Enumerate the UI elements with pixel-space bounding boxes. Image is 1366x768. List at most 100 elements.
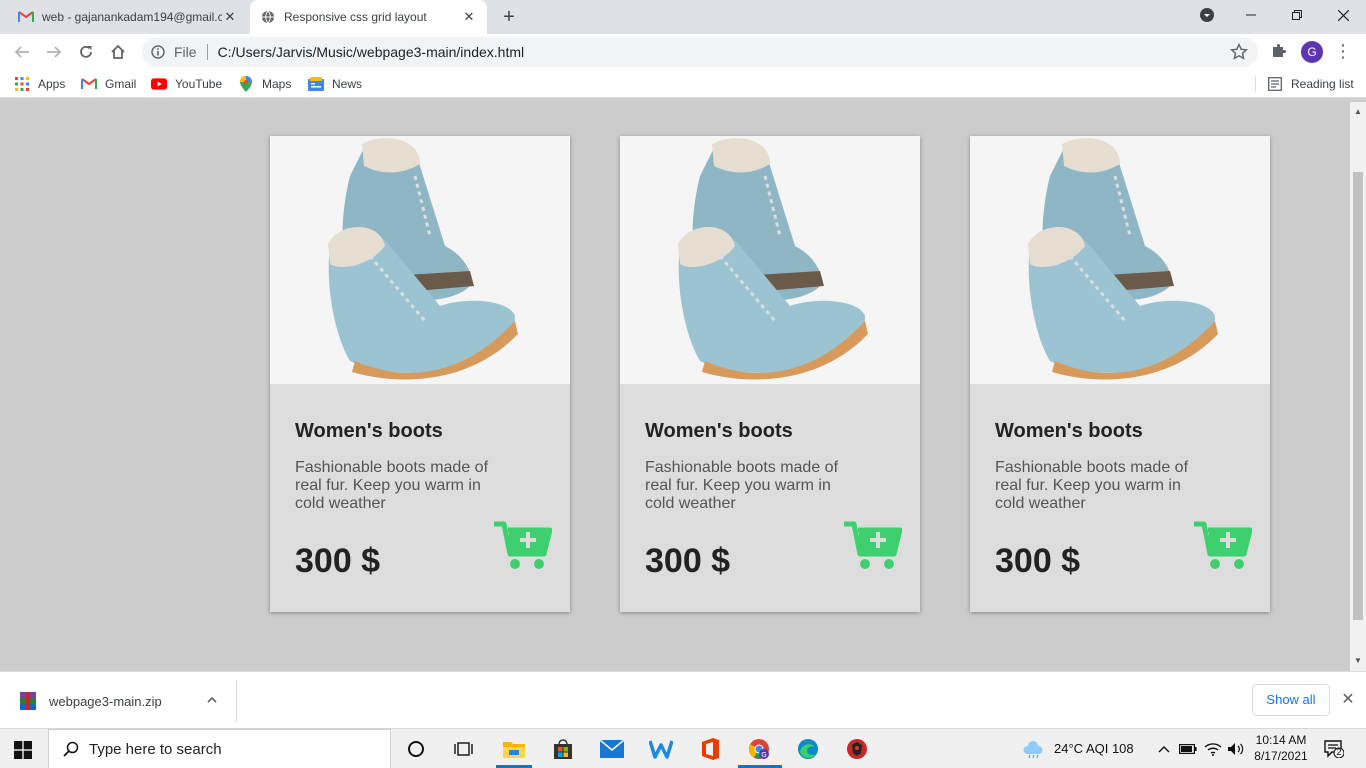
product-image [970, 136, 1270, 384]
product-description: Fashionable boots made of real fur. Keep… [295, 459, 489, 512]
file-explorer-icon[interactable] [502, 737, 526, 761]
weather-icon[interactable] [1022, 737, 1044, 761]
close-downloads-icon[interactable]: ✕ [1340, 692, 1356, 708]
product-description: Fashionable boots made of real fur. Keep… [995, 459, 1189, 512]
info-icon[interactable] [150, 44, 166, 60]
restore-icon [1292, 10, 1302, 20]
scrollbar-thumb[interactable] [1353, 172, 1363, 620]
scroll-up-icon[interactable]: ▲ [1354, 108, 1362, 116]
taskbar-clock[interactable]: 10:14 AM 8/17/2021 [1250, 732, 1312, 764]
close-icon [1337, 9, 1349, 21]
task-view-icon[interactable] [452, 737, 476, 761]
chrome-icon[interactable]: G [747, 737, 771, 761]
microsoft-store-icon[interactable] [551, 737, 575, 761]
taskbar-search-input[interactable]: Type here to search [48, 729, 391, 768]
battery-icon[interactable] [1178, 737, 1198, 761]
arrow-left-icon [14, 46, 29, 58]
clock-date: 8/17/2021 [1254, 749, 1308, 763]
office-icon[interactable] [698, 737, 722, 761]
add-to-cart-icon[interactable] [1194, 520, 1253, 572]
back-button[interactable] [8, 38, 36, 66]
notification-center-icon[interactable]: 2 [1324, 740, 1345, 759]
page-scrollbar[interactable]: ▲ ▼ [1350, 102, 1366, 671]
more-menu-icon[interactable]: ⋮ [1334, 42, 1352, 62]
scroll-down-icon[interactable]: ▼ [1354, 657, 1362, 665]
bookmark-news[interactable]: News [308, 75, 362, 93]
apps-grid-icon [14, 76, 30, 92]
bookmark-youtube[interactable]: YouTube [151, 75, 222, 93]
close-tab-icon[interactable]: ✕ [461, 9, 477, 25]
product-card: Women's boots Fashionable boots made of … [270, 136, 570, 612]
add-to-cart-icon[interactable] [844, 520, 903, 572]
product-price: 300 $ [645, 542, 731, 580]
tab-gmail[interactable]: web - gajanankadam194@gmail.com ✕ [8, 0, 248, 34]
downloads-bar: webpage3-main.zip Show all ✕ [0, 671, 1366, 728]
weather-readout[interactable]: 24°C AQI 108 [1054, 741, 1134, 756]
notification-count: 2 [1336, 747, 1342, 757]
clock-time: 10:14 AM [1255, 733, 1307, 747]
bookmark-star-icon[interactable] [1229, 42, 1249, 61]
product-price: 300 $ [295, 542, 381, 580]
product-name: Women's boots [995, 420, 1143, 442]
reading-list-label: Reading list [1291, 77, 1354, 91]
minimize-icon [1246, 14, 1256, 16]
zip-file-icon [20, 692, 36, 710]
product-price: 300 $ [995, 542, 1081, 580]
chevron-down-circle-icon [1200, 8, 1214, 22]
add-to-cart-icon[interactable] [494, 520, 553, 572]
browser-toolbar: File C:/Users/Jarvis/Music/webpage3-main… [0, 34, 1366, 70]
product-card: Women's boots Fashionable boots made of … [970, 136, 1270, 612]
home-icon [111, 44, 125, 59]
bookmark-apps[interactable]: Apps [14, 75, 65, 93]
product-name: Women's boots [295, 420, 443, 442]
gmail-icon [81, 76, 97, 92]
chevron-up-icon[interactable] [205, 693, 219, 707]
bookmark-maps[interactable]: Maps [238, 75, 291, 93]
tab-search-button[interactable] [1184, 0, 1230, 30]
download-filename: webpage3-main.zip [49, 693, 162, 709]
minimize-button[interactable] [1228, 0, 1274, 30]
close-window-button[interactable] [1320, 0, 1366, 30]
restore-button[interactable] [1274, 0, 1320, 30]
extensions-puzzle-icon[interactable] [1270, 42, 1290, 62]
omnibox-divider [206, 44, 208, 60]
wps-writer-icon[interactable] [649, 737, 673, 761]
windows-start-icon[interactable] [14, 741, 32, 759]
volume-icon[interactable] [1226, 737, 1246, 761]
reload-icon [80, 45, 92, 58]
boots-image [970, 136, 1270, 384]
wifi-icon[interactable] [1203, 737, 1223, 761]
globe-icon [260, 9, 276, 25]
show-all-downloads-button[interactable]: Show all [1252, 684, 1330, 716]
tab-strip: web - gajanankadam194@gmail.com ✕ Respon… [0, 0, 1366, 34]
arrow-right-icon [47, 46, 62, 58]
boots-image [620, 136, 920, 384]
bookmark-gmail[interactable]: Gmail [81, 75, 136, 93]
download-item[interactable]: webpage3-main.zip [0, 680, 237, 722]
gmail-icon [18, 9, 34, 25]
chevron-up-tray-icon[interactable] [1154, 737, 1174, 761]
product-description: Fashionable boots made of real fur. Keep… [645, 459, 839, 512]
address-bar[interactable]: File C:/Users/Jarvis/Music/webpage3-main… [142, 37, 1258, 67]
security-app-icon[interactable] [845, 737, 869, 761]
tab-title: web - gajanankadam194@gmail.com [42, 10, 222, 24]
tab-title: Responsive css grid layout [284, 10, 427, 24]
close-tab-icon[interactable]: ✕ [222, 9, 238, 25]
profile-avatar[interactable]: G [1301, 41, 1323, 63]
forward-button[interactable] [40, 38, 68, 66]
home-button[interactable] [104, 38, 132, 66]
reload-button[interactable] [72, 38, 100, 66]
reading-list-button[interactable]: Reading list [1267, 75, 1354, 93]
url-text[interactable]: C:/Users/Jarvis/Music/webpage3-main/inde… [218, 44, 525, 60]
bookmarks-divider [1255, 76, 1256, 92]
mail-icon[interactable] [600, 737, 624, 761]
bookmarks-bar: Apps Gmail YouTube Maps News Reading lis… [0, 70, 1366, 98]
cortana-icon[interactable] [404, 737, 428, 761]
product-image [620, 136, 920, 384]
edge-icon[interactable] [796, 737, 820, 761]
new-tab-button[interactable]: + [498, 6, 520, 28]
boots-image [270, 136, 570, 384]
tab-responsive-grid[interactable]: Responsive css grid layout ✕ [250, 0, 487, 34]
bookmark-label: Maps [262, 77, 292, 91]
windows-taskbar: Type here to search G 24°C AQI 108 10:14… [0, 728, 1366, 768]
